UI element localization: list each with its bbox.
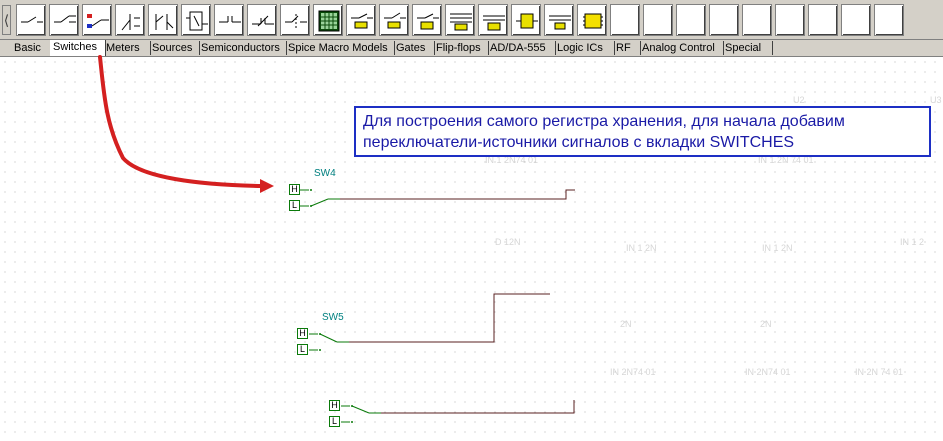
ghost-label: IN 1 2 [900, 237, 925, 247]
component-tabs: Basic Switches Meters Sources Semiconductors… [0, 40, 943, 57]
instruction-callout: Для построения самого регистра хранения,… [354, 106, 931, 157]
tab-rf[interactable]: RF [614, 41, 641, 55]
tab-flip-flops[interactable]: Flip-flops [434, 41, 489, 55]
tab-meters[interactable]: Meters [104, 41, 151, 55]
tab-basic[interactable]: Basic [12, 41, 51, 55]
toolbar-button[interactable] [808, 4, 838, 36]
toolbar-button[interactable] [313, 4, 343, 36]
toolbar-button[interactable] [511, 4, 541, 36]
ghost-label: IN 2N74 01 [610, 367, 656, 377]
toolbar-button[interactable] [181, 4, 211, 36]
tab-sources[interactable]: Sources [150, 41, 200, 55]
callout-line-2: переключатели-источники сигналов с вклад… [363, 134, 795, 151]
toolbar-button[interactable] [775, 4, 805, 36]
tab-semiconductors[interactable]: Semiconductors [199, 41, 287, 55]
tab-special[interactable]: Special [723, 41, 773, 55]
sw4-low-box[interactable]: L [289, 200, 300, 211]
sw6-high-box[interactable]: H [329, 400, 340, 411]
toolbar-button[interactable] [346, 4, 376, 36]
sw4-high-box[interactable]: H [289, 184, 300, 195]
toolbar-button[interactable] [709, 4, 739, 36]
tab-switches[interactable]: Switches [50, 40, 106, 56]
toolbar-button[interactable] [412, 4, 442, 36]
sw5-label: SW5 [322, 312, 344, 323]
toolbar-button[interactable] [544, 4, 574, 36]
toolbar-button[interactable] [115, 4, 145, 36]
ghost-label: U3 [930, 95, 942, 105]
tab-gates[interactable]: Gates [394, 41, 435, 55]
ghost-label: 2N [620, 319, 632, 329]
ghost-label: IN 2N74 01 [745, 367, 791, 377]
toolbar-button[interactable] [379, 4, 409, 36]
toolbar-button[interactable] [841, 4, 871, 36]
ghost-label: IN 1 2N [762, 243, 793, 253]
ghost-label: IN 1 2N [626, 243, 657, 253]
toolbar-button[interactable] [643, 4, 673, 36]
tab-spice-macro-models[interactable]: Spice Macro Models [286, 41, 395, 55]
toolbar-button[interactable] [247, 4, 277, 36]
sw5-low-box[interactable]: L [297, 344, 308, 355]
toolbar-button[interactable] [577, 4, 607, 36]
toolbar-button[interactable] [445, 4, 475, 36]
tab-analog-control[interactable]: Analog Control [640, 41, 724, 55]
ghost-label: IN 2N 74 01 [855, 367, 904, 377]
toolbar-button[interactable] [148, 4, 178, 36]
toolbar-button[interactable] [610, 4, 640, 36]
toolbar-button[interactable] [16, 4, 46, 36]
ghost-label: U2 [793, 95, 805, 105]
ghost-label: D 12N [495, 237, 521, 247]
toolbar-button[interactable] [214, 4, 244, 36]
ghost-label: 2N [760, 319, 772, 329]
sw4-label: SW4 [314, 168, 336, 179]
sw6-low-box[interactable]: L [329, 416, 340, 427]
toolbar-button[interactable] [478, 4, 508, 36]
tab-logic-ics[interactable]: Logic ICs [555, 41, 615, 55]
toolbar-button[interactable] [874, 4, 904, 36]
component-toolbar: ⟨ [0, 0, 943, 40]
sw5-high-box[interactable]: H [297, 328, 308, 339]
tab-ad-da-555[interactable]: AD/DA-555 [488, 41, 556, 55]
callout-line-1: Для построения самого регистра хранения,… [363, 113, 845, 130]
toolbar-button[interactable] [280, 4, 310, 36]
toolbar-button[interactable] [82, 4, 112, 36]
toolbar-button[interactable] [742, 4, 772, 36]
toolbar-scroll-left-button[interactable]: ⟨ [2, 5, 11, 35]
toolbar-button[interactable] [676, 4, 706, 36]
toolbar-button[interactable] [49, 4, 79, 36]
